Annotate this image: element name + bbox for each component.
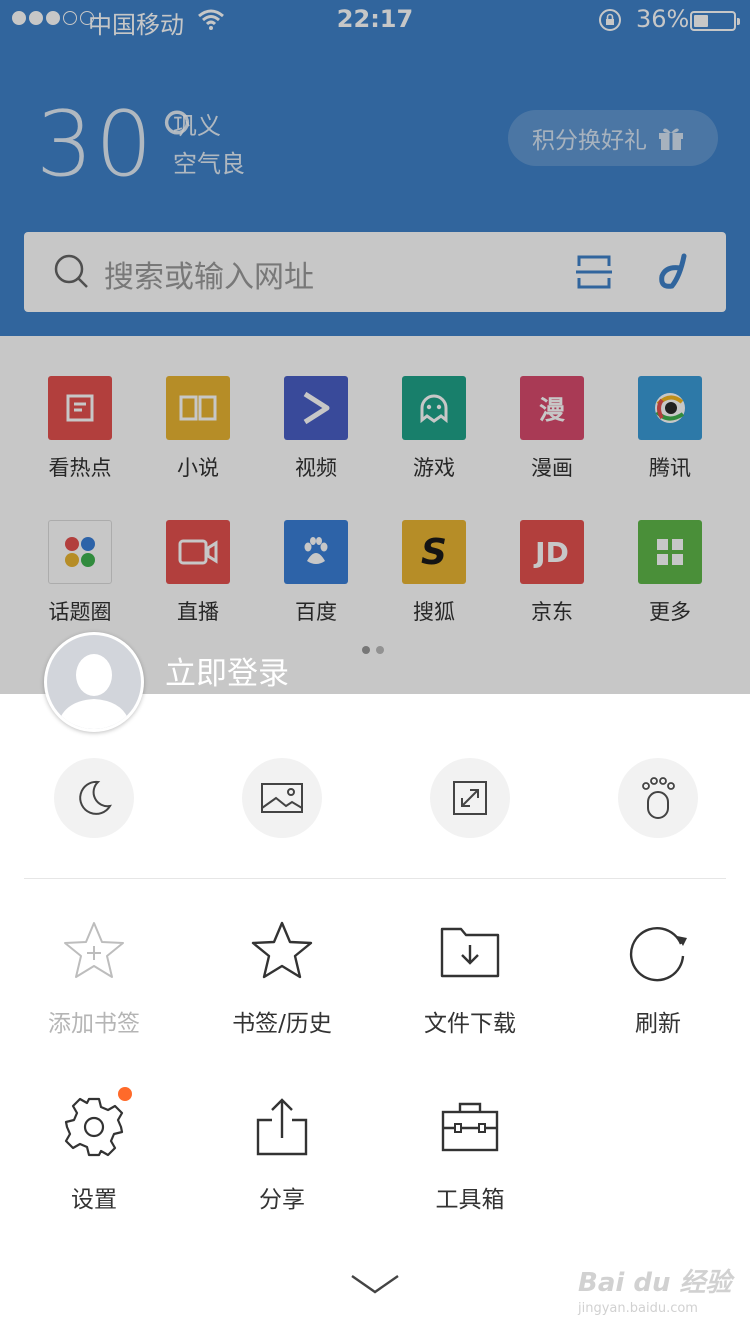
sohu-icon: S	[402, 520, 466, 584]
rotation-lock-icon	[599, 9, 621, 31]
comic-icon: 漫	[520, 376, 584, 440]
menu-label: 设置	[71, 1187, 117, 1213]
play-icon	[284, 376, 348, 440]
air-quality: 空气良	[173, 150, 245, 178]
default-user-icon	[57, 654, 131, 729]
fullscreen-button[interactable]	[430, 758, 510, 838]
watermark-brand: Bai du 经验	[578, 1268, 732, 1298]
folder-download-icon	[440, 927, 500, 978]
shortcut-baidu[interactable]: 百度	[257, 520, 375, 626]
shortcut-label: 搜狐	[413, 600, 455, 624]
night-mode-button[interactable]	[54, 758, 134, 838]
collapse-chevron-icon[interactable]	[350, 1272, 400, 1298]
gear-icon	[64, 1097, 124, 1157]
shortcut-comics[interactable]: 漫 漫画	[493, 376, 611, 482]
add-bookmark-button[interactable]: 添加书签	[0, 918, 188, 1038]
tencent-icon	[638, 376, 702, 440]
no-image-mode-button[interactable]	[242, 758, 322, 838]
menu-label: 添加书签	[48, 1011, 140, 1037]
battery-percent: 36%	[636, 5, 690, 33]
shortcut-label: 漫画	[531, 456, 573, 480]
grid-icon	[638, 520, 702, 584]
settings-notification-badge	[118, 1087, 132, 1101]
status-bar: 中国移动 22:17 36%	[0, 0, 750, 40]
menu-label: 工具箱	[435, 1187, 505, 1213]
menu-label: 文件下载	[424, 1011, 516, 1037]
live-icon	[166, 520, 230, 584]
shortcut-more[interactable]: 更多	[611, 520, 729, 626]
shortcut-tencent[interactable]: 腾讯	[611, 376, 729, 482]
gift-button-label: 积分换好礼	[532, 128, 647, 154]
shortcut-label: 话题圈	[48, 600, 112, 624]
shortcut-hot-news[interactable]: 看热点	[21, 376, 139, 482]
shortcut-topic-circle[interactable]: 话题圈	[21, 520, 139, 626]
image-icon	[261, 783, 303, 813]
gift-icon	[659, 128, 683, 150]
expand-icon	[453, 781, 487, 815]
shortcut-label: 腾讯	[649, 456, 691, 480]
topic-icon	[48, 520, 112, 584]
search-icon	[54, 254, 88, 288]
shortcut-label: 看热点	[48, 456, 112, 480]
share-button[interactable]: 分享	[188, 1094, 376, 1214]
shortcut-label: 直播	[177, 600, 219, 624]
points-gift-button[interactable]: 积分换好礼	[508, 110, 718, 166]
shortcut-label: 游戏	[413, 456, 455, 480]
file-downloads-button[interactable]: 文件下载	[376, 918, 564, 1038]
footprint-icon	[642, 777, 675, 819]
shortcut-live[interactable]: 直播	[139, 520, 257, 626]
menu-label: 书签/历史	[232, 1011, 332, 1037]
shortcut-label: 视频	[295, 456, 337, 480]
shortcut-games[interactable]: 游戏	[375, 376, 493, 482]
battery-icon	[690, 11, 740, 31]
browser-logo-icon[interactable]	[654, 252, 694, 292]
refresh-button[interactable]: 刷新	[564, 918, 750, 1038]
menu-label: 刷新	[635, 1011, 681, 1037]
menu-label: 分享	[259, 1187, 305, 1213]
watermark-url: jingyan.baidu.com	[578, 1301, 698, 1316]
city-name: 巩义	[173, 112, 221, 140]
moon-icon	[79, 780, 112, 815]
scan-qr-icon[interactable]	[576, 254, 612, 290]
page-indicator	[362, 646, 384, 654]
baidu-paw-icon	[284, 520, 348, 584]
shortcut-novel[interactable]: 小说	[139, 376, 257, 482]
settings-button[interactable]: 设置	[0, 1094, 188, 1214]
shortcut-label: 更多	[649, 600, 691, 624]
shortcut-label: 小说	[177, 456, 219, 480]
shortcut-jd[interactable]: JD 京东	[493, 520, 611, 626]
toolbox-icon	[441, 1102, 499, 1152]
search-input[interactable]: 搜索或输入网址	[104, 252, 314, 296]
watermark: Bai du 经验 jingyan.baidu.com	[578, 1262, 732, 1316]
incognito-button[interactable]	[618, 758, 698, 838]
sheet-divider	[24, 878, 726, 879]
shortcut-sohu[interactable]: S 搜狐	[375, 520, 493, 626]
star-plus-icon	[64, 922, 124, 978]
ghost-icon	[402, 376, 466, 440]
shortcut-label: 百度	[295, 600, 337, 624]
shortcut-video[interactable]: 视频	[257, 376, 375, 482]
toolbox-button[interactable]: 工具箱	[376, 1094, 564, 1214]
star-icon	[251, 921, 313, 979]
refresh-icon	[629, 926, 687, 982]
avatar[interactable]	[44, 632, 144, 732]
browser-header: 中国移动 22:17 36% 30° 巩义 空气良 积分换好礼 搜索或输入网址	[0, 0, 750, 336]
search-bar[interactable]: 搜索或输入网址	[24, 232, 726, 312]
jd-icon: JD	[520, 520, 584, 584]
news-icon	[48, 376, 112, 440]
login-link[interactable]: 立即登录	[165, 648, 289, 693]
bookmarks-history-button[interactable]: 书签/历史	[188, 918, 376, 1038]
share-icon	[256, 1098, 308, 1156]
shortcut-label: 京东	[531, 600, 573, 624]
book-icon	[166, 376, 230, 440]
